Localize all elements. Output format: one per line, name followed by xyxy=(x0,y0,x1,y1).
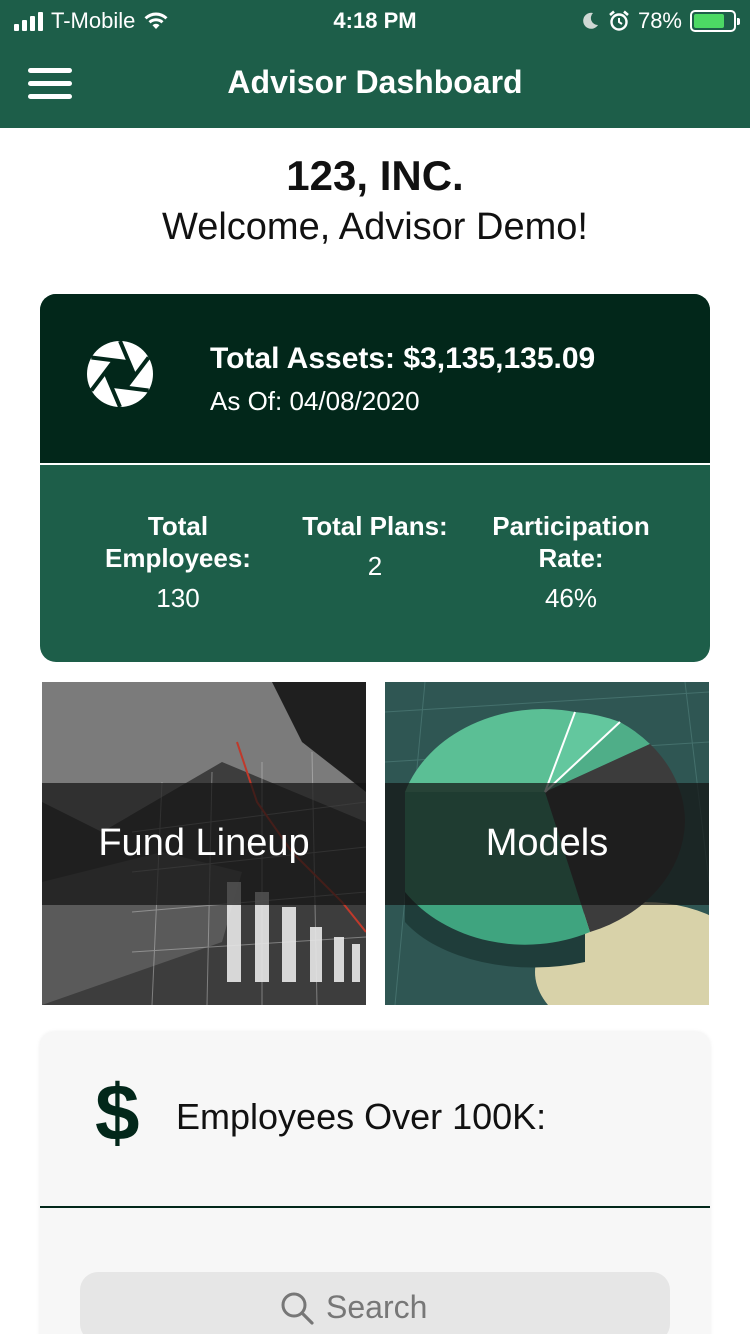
alarm-icon xyxy=(609,10,629,31)
fund-lineup-label: Fund Lineup xyxy=(98,822,310,864)
models-label: Models xyxy=(485,822,609,864)
employees-over-100k-title: Employees Over 100K: xyxy=(176,1096,547,1137)
stat-label: Employees: xyxy=(105,543,251,573)
welcome-message: Welcome, Advisor Demo! xyxy=(162,206,588,248)
as-of-date: As Of: 04/08/2020 xyxy=(210,386,420,416)
battery-charging-icon xyxy=(690,10,740,32)
total-assets-section: Total Assets: $3,135,135.09 As Of: 04/08… xyxy=(40,294,710,465)
battery-percent: 78% xyxy=(637,8,682,33)
stat-value: 46% xyxy=(544,583,598,613)
search-input[interactable]: Search xyxy=(80,1272,670,1334)
summary-card: Total Assets: $3,135,135.09 As Of: 04/08… xyxy=(40,294,710,662)
status-right: 78% xyxy=(580,8,740,34)
stat-total-plans: Total Plans: 2 xyxy=(290,510,460,582)
page-title: Advisor Dashboard xyxy=(227,64,523,100)
moon-icon xyxy=(583,12,598,29)
stat-label: Total Plans: xyxy=(302,511,448,541)
total-assets: Total Assets: $3,135,135.09 xyxy=(210,342,596,375)
search-icon xyxy=(281,1292,314,1325)
stat-value: 130 xyxy=(156,583,200,613)
stat-value: 2 xyxy=(367,551,383,581)
stat-label: Participation xyxy=(492,511,650,541)
app-header: T-Mobile 4:18 PM 78% Advisor Dashboard xyxy=(0,0,750,128)
employees-over-100k-card: $ Employees Over 100K: Search xyxy=(40,1032,710,1334)
stat-label: Rate: xyxy=(538,543,604,573)
stat-participation-rate: Participation Rate: 46% xyxy=(476,510,666,614)
stat-label: Total xyxy=(147,511,209,541)
status-bar: T-Mobile 4:18 PM 78% xyxy=(0,0,750,40)
navigation-bar: Advisor Dashboard xyxy=(0,40,750,128)
divider xyxy=(40,1206,710,1208)
models-tile[interactable]: Models xyxy=(385,682,709,1005)
fund-lineup-tile[interactable]: Fund Lineup xyxy=(42,682,366,1005)
battery-fill xyxy=(694,14,724,28)
aperture-icon xyxy=(87,340,153,408)
company-name: 123, INC. xyxy=(286,152,464,199)
dollar-icon: $ xyxy=(95,1068,140,1157)
search-placeholder: Search xyxy=(326,1289,428,1325)
stat-total-employees: Total Employees: 130 xyxy=(80,510,276,614)
